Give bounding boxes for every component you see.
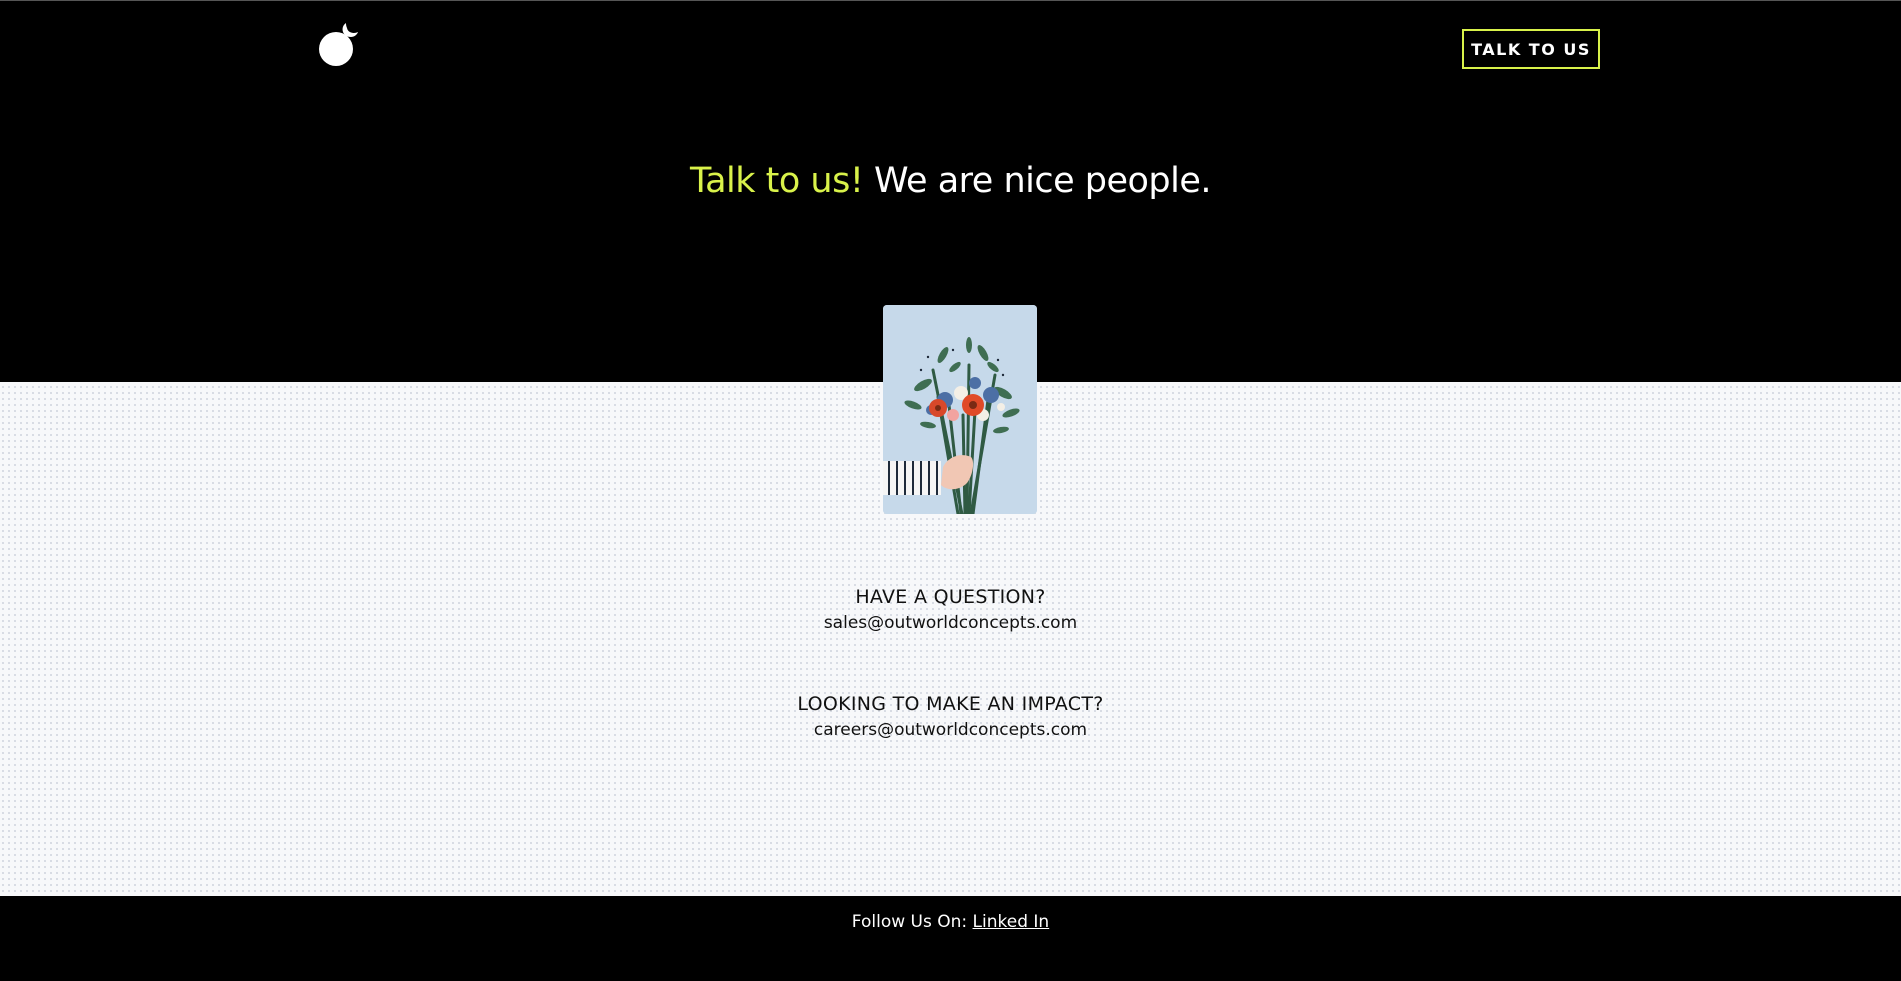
page: TALK TO US Talk to us! We are nice peopl…: [0, 0, 1901, 981]
headline-accent: Talk to us!: [689, 161, 864, 201]
hero-headline: Talk to us! We are nice people.: [0, 161, 1901, 201]
talk-to-us-button[interactable]: TALK TO US: [1462, 29, 1600, 69]
outworld-logo-icon[interactable]: [318, 21, 362, 67]
bouquet-illustration: [883, 305, 1037, 514]
contact-sales: HAVE A QUESTION? sales@outworldconcepts.…: [0, 586, 1901, 633]
follow-label: Follow Us On:: [851, 912, 968, 932]
sales-email-link[interactable]: sales@outworldconcepts.com: [824, 613, 1077, 633]
careers-email-link[interactable]: careers@outworldconcepts.com: [814, 720, 1087, 740]
contact-question: LOOKING TO MAKE AN IMPACT?: [797, 693, 1104, 715]
linkedin-link[interactable]: Linked In: [973, 912, 1050, 932]
contact-careers: LOOKING TO MAKE AN IMPACT? careers@outwo…: [0, 693, 1901, 740]
follow-row: Follow Us On: Linked In: [0, 896, 1901, 932]
footer: Follow Us On: Linked In: [0, 896, 1901, 981]
contact-question: HAVE A QUESTION?: [855, 586, 1046, 608]
headline-rest: We are nice people.: [874, 161, 1212, 201]
